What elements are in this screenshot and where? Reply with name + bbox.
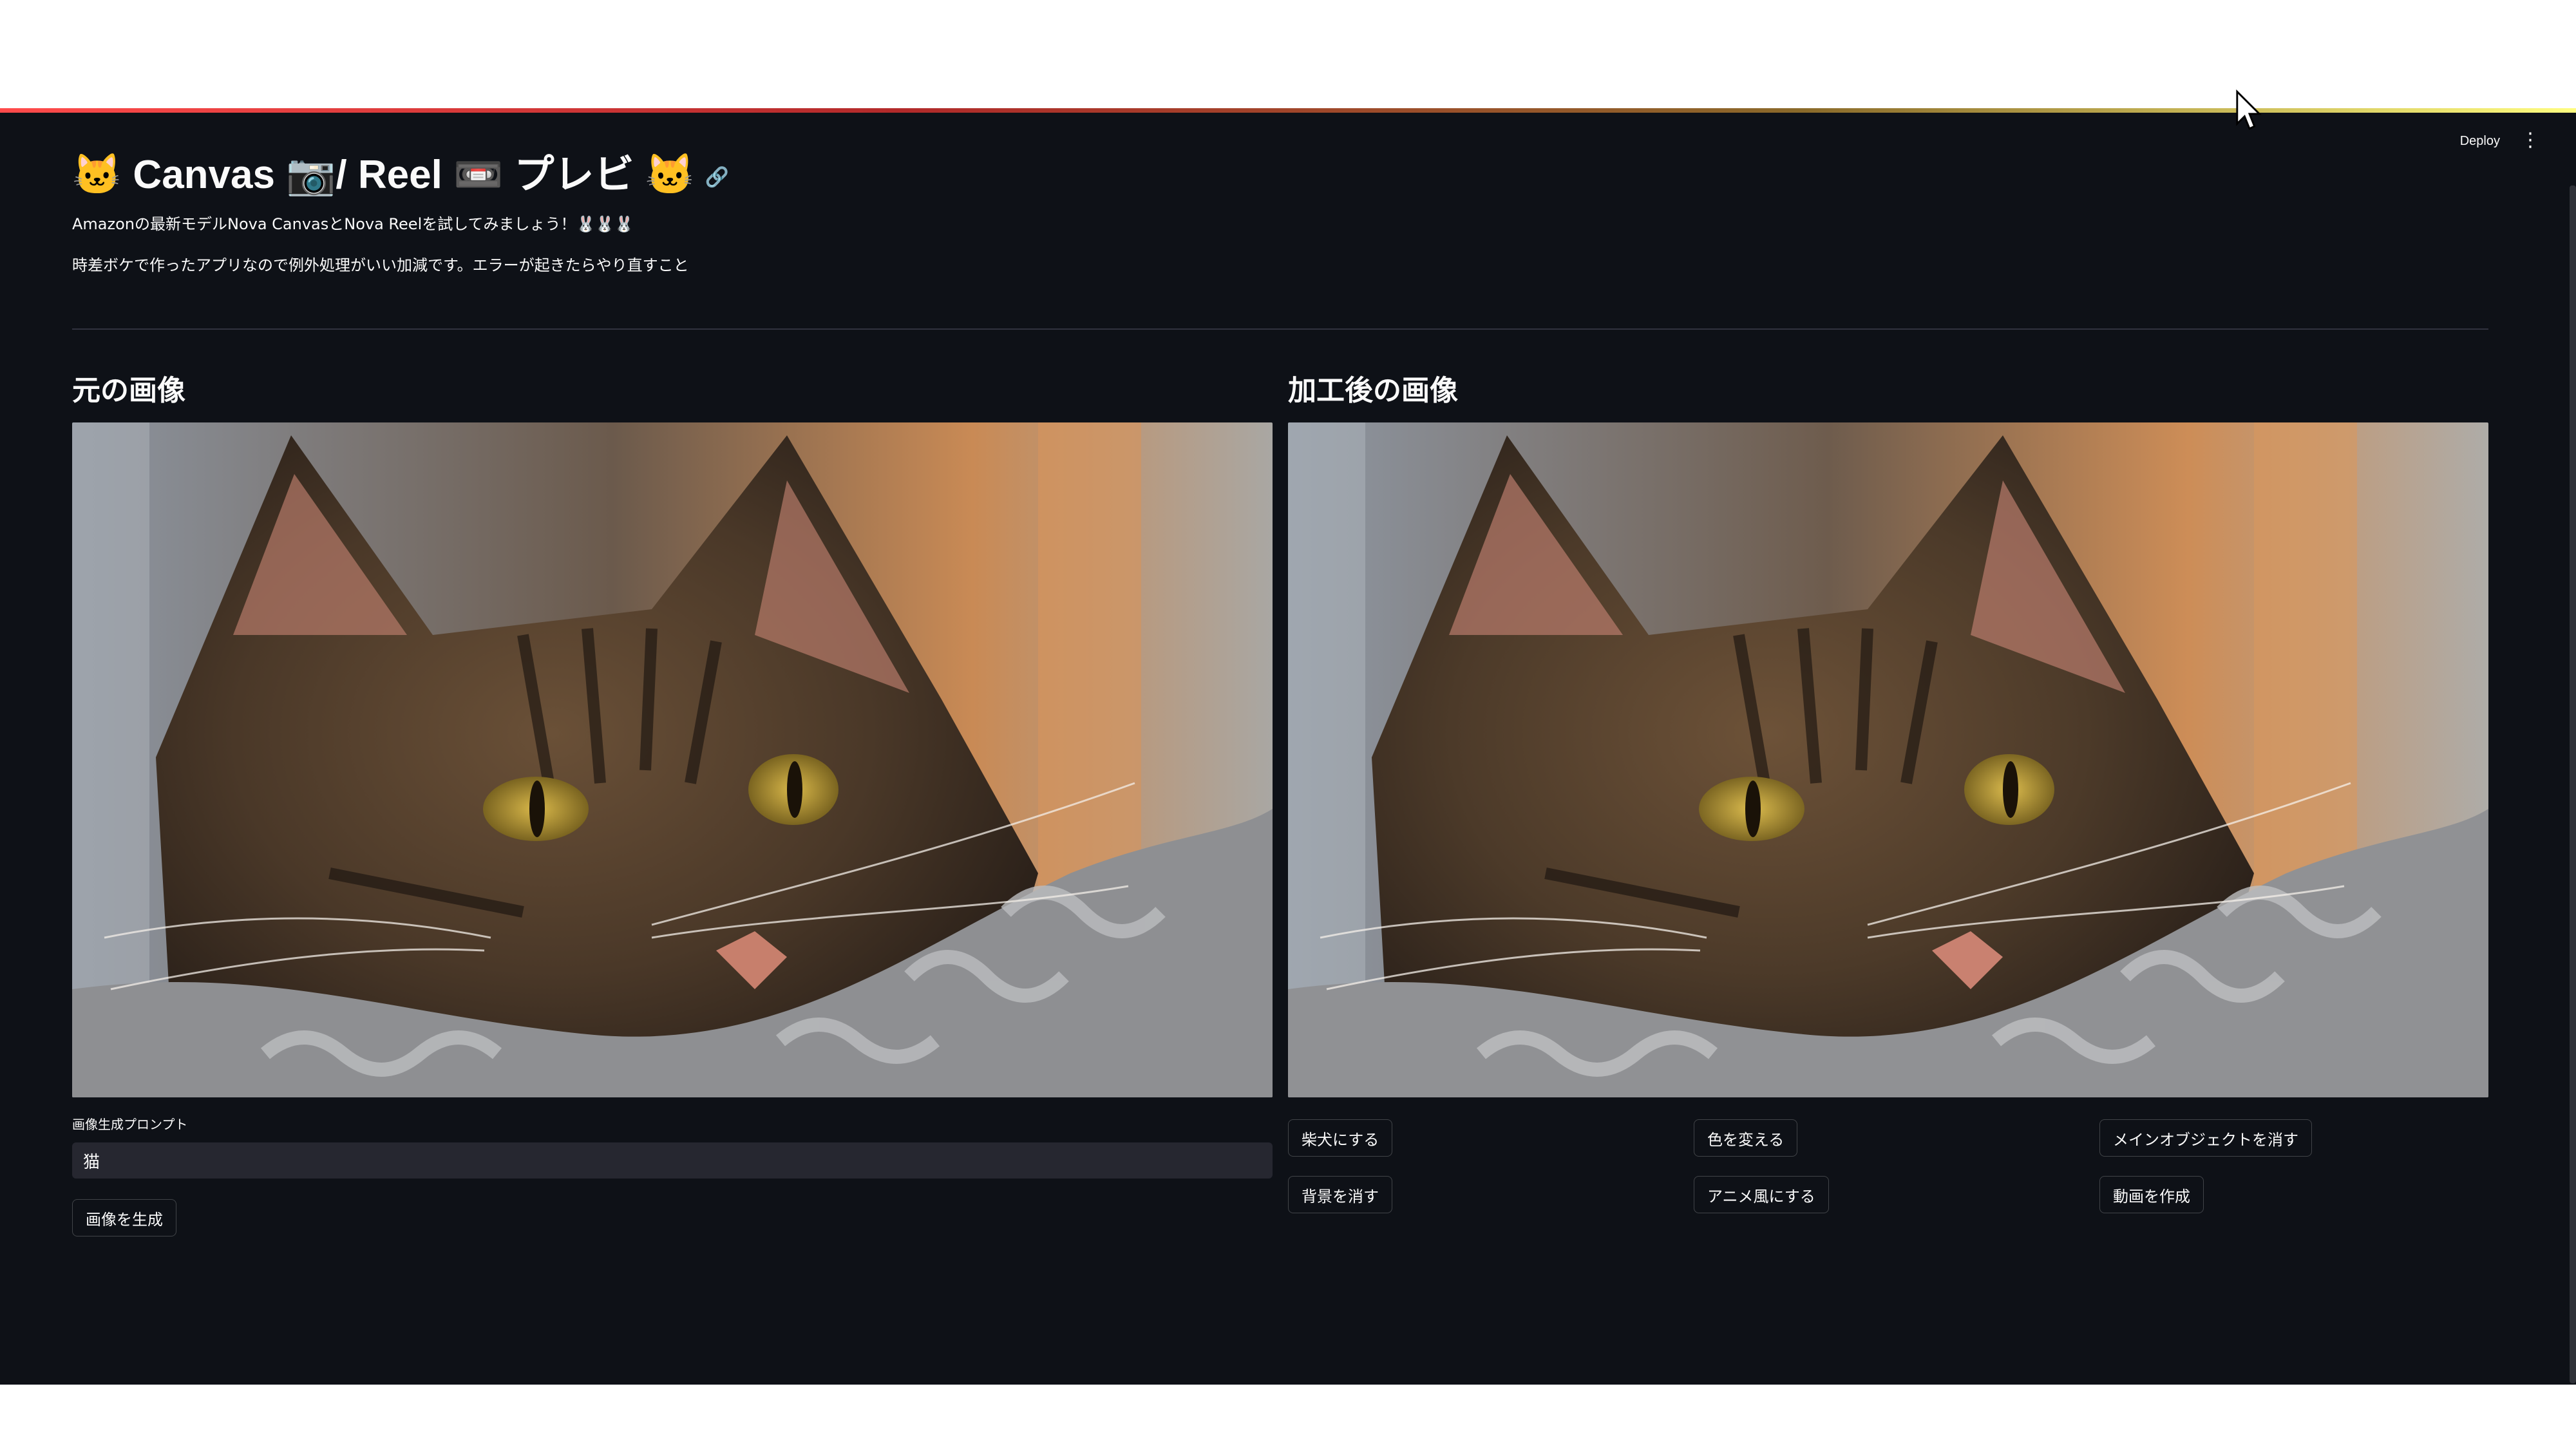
prompt-label: 画像生成プロンプト [72,1117,188,1132]
page-title: 🐱 Canvas 📷/ Reel 📼 プレビ 🐱 🔗 [72,142,729,200]
cat-photo-original [72,422,1273,1097]
mouse-cursor-icon [2236,89,2262,130]
cat-photo-processed [1288,422,2488,1097]
caption-intro: Amazonの最新モデルNova CanvasとNova Reelを試してみまし… [72,215,634,233]
app-window: Deploy ⋮ 🐱 Canvas 📷/ Reel 📼 プレビ 🐱 🔗 Amazo… [0,108,2576,1385]
original-image-heading: 元の画像 [72,374,185,407]
deploy-button[interactable]: Deploy [2460,134,2500,149]
scrollbar[interactable] [2570,185,2576,1383]
top-accent-line [0,108,2576,113]
link-icon[interactable]: 🔗 [705,167,729,188]
original-image [72,422,1273,1097]
processed-image [1288,422,2488,1097]
processed-image-heading: 加工後の画像 [1288,374,1458,407]
prompt-input[interactable] [72,1142,1273,1179]
caption-warning: 時差ボケで作ったアプリなので例外処理がいい加減です。エラーが起きたらやり直すこと [72,256,689,274]
shiba-button[interactable]: 柴犬にする [1288,1119,1393,1157]
anime-style-button[interactable]: アニメ風にする [1694,1176,1829,1213]
generate-image-button[interactable]: 画像を生成 [72,1199,176,1236]
remove-background-button[interactable]: 背景を消す [1288,1176,1392,1213]
vertical-dots-icon[interactable]: ⋮ [2521,129,2540,151]
divider [72,328,2488,330]
remove-main-object-button[interactable]: メインオブジェクトを消す [2099,1119,2312,1157]
page-title-text: 🐱 Canvas 📷/ Reel 📼 プレビ 🐱 [72,153,695,197]
change-color-button[interactable]: 色を変える [1694,1119,1798,1157]
create-video-button[interactable]: 動画を作成 [2099,1176,2204,1213]
